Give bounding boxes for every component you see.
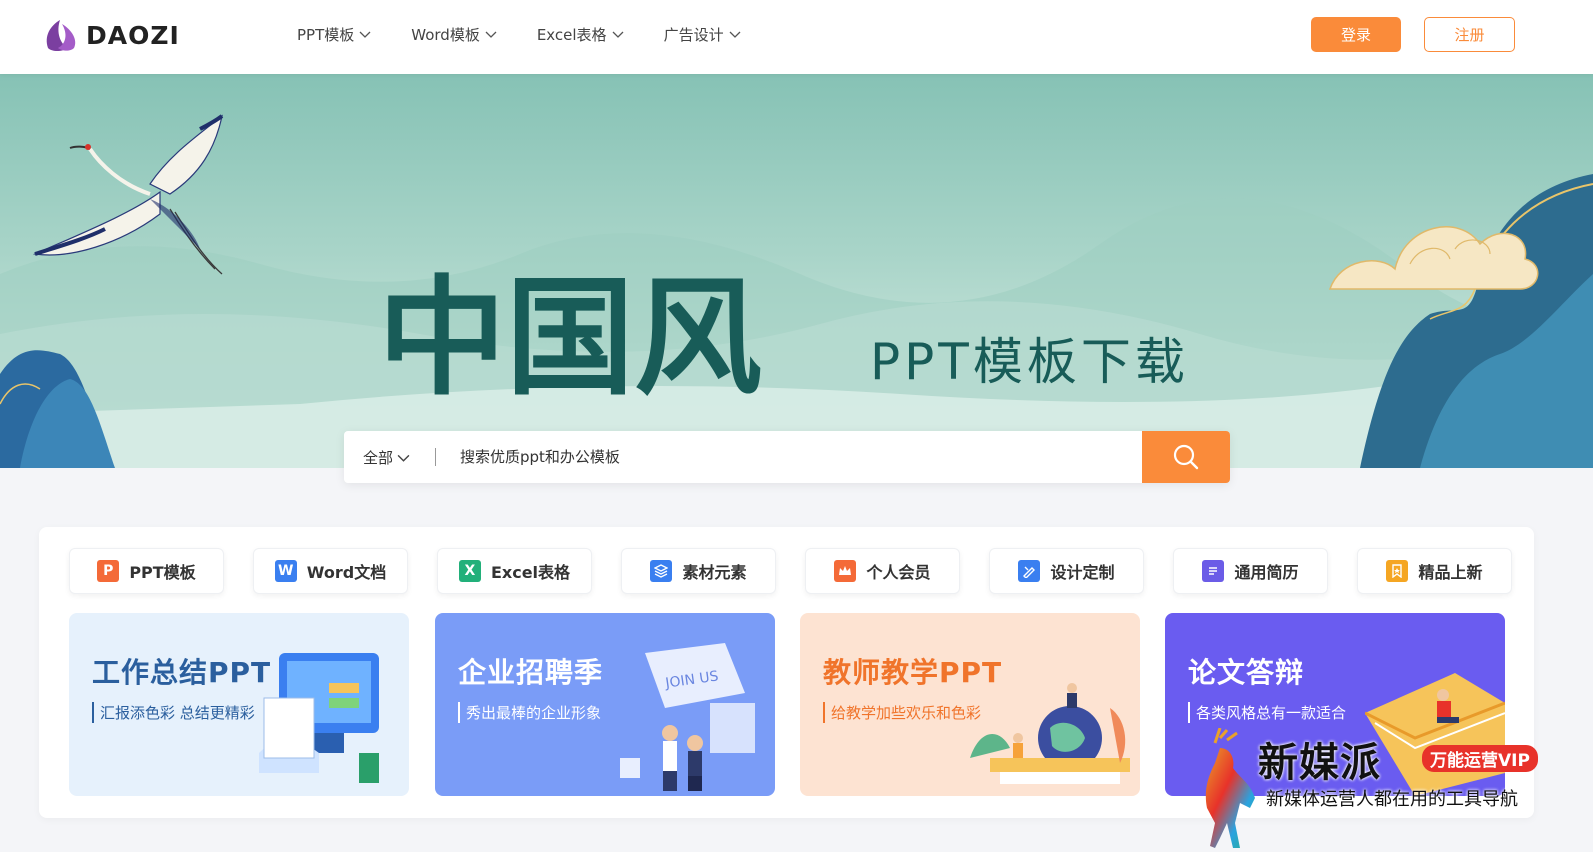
site-logo[interactable]: DAOZI [42, 17, 180, 53]
search-divider [435, 448, 436, 466]
top-header: DAOZI PPT模板 Word模板 Excel表格 广告设计 登录 注册 [0, 0, 1593, 74]
card-subtitle: 秀出最棒的企业形象 [458, 702, 601, 723]
search-bar: 全部 [344, 431, 1230, 483]
nav-item-excel[interactable]: Excel表格 [537, 22, 624, 46]
logo-text: DAOZI [86, 20, 180, 50]
search-icon [1173, 444, 1199, 470]
watermark-badge: 万能运营VIP [1422, 745, 1538, 772]
nav-item-ppt[interactable]: PPT模板 [297, 22, 371, 46]
nav-item-label: Excel表格 [536, 25, 607, 44]
category-label: 设计定制 [1050, 563, 1115, 582]
nav-item-ad-design[interactable]: 广告设计 [664, 22, 741, 46]
watermark-title: 新媒派 [1258, 740, 1381, 786]
bookmark-icon [1386, 560, 1409, 582]
word-icon: W [274, 560, 297, 582]
category-new-arrivals[interactable]: 精品上新 [1357, 548, 1512, 594]
card-subtitle: 汇报添色彩 总结更精彩 [92, 702, 255, 723]
hero-banner[interactable]: 中国风 PPT模板下载 [0, 74, 1593, 468]
search-input[interactable] [460, 448, 1120, 466]
register-button[interactable]: 注册 [1424, 17, 1515, 52]
category-membership[interactable]: 个人会员 [805, 548, 960, 594]
category-ppt[interactable]: P PPT模板 [69, 548, 224, 594]
join-us-illustration: JOIN US [620, 643, 755, 791]
category-materials[interactable]: 素材元素 [621, 548, 776, 594]
nav-item-word[interactable]: Word模板 [411, 22, 497, 46]
chevron-down-icon [359, 31, 371, 38]
search-category-dropdown[interactable]: 全部 [363, 447, 435, 468]
category-design-custom[interactable]: 设计定制 [989, 548, 1144, 594]
svg-text:中国风: 中国风 [378, 263, 762, 413]
category-label: Word文档 [306, 563, 387, 582]
nav-item-label: PPT模板 [297, 25, 355, 44]
chevron-down-icon [612, 31, 624, 38]
watermark-subtitle: 新媒体运营人都在用的工具导航 [1266, 789, 1518, 810]
category-row: P PPT模板 W Word文档 X Excel表格 素材元素 个人会员 设计定… [69, 548, 1512, 594]
search-button[interactable] [1142, 431, 1230, 483]
search-category-label: 全部 [363, 448, 394, 467]
category-word[interactable]: W Word文档 [253, 548, 408, 594]
banner-title-calligraphy: 中国风 [378, 263, 762, 413]
main-nav: PPT模板 Word模板 Excel表格 广告设计 [297, 22, 781, 46]
category-excel[interactable]: X Excel表格 [437, 548, 592, 594]
card-subtitle: 给教学加些欢乐和色彩 [823, 702, 981, 723]
chevron-down-icon [729, 31, 741, 38]
design-icon [1018, 560, 1041, 582]
nav-item-label: 广告设计 [663, 25, 724, 44]
crown-icon [834, 560, 857, 582]
login-button[interactable]: 登录 [1311, 17, 1401, 52]
resume-icon [1202, 560, 1225, 582]
card-title: 企业招聘季 [458, 656, 604, 689]
nav-item-label: Word模板 [411, 25, 480, 44]
chevron-down-icon [485, 31, 497, 38]
globe-books-illustration [970, 683, 1130, 784]
excel-icon: X [458, 560, 481, 582]
logo-icon [46, 20, 76, 51]
chevron-down-icon [397, 454, 410, 462]
category-label: Excel表格 [490, 563, 571, 582]
promo-card-recruitment[interactable]: 企业招聘季 秀出最棒的企业形象 JOIN US [435, 613, 775, 796]
promo-card-work-summary[interactable]: 工作总结PPT 汇报添色彩 总结更精彩 [69, 613, 409, 796]
category-label: 通用简历 [1234, 563, 1299, 582]
watermark-overlay: 新媒派 万能运营VIP 新媒体运营人都在用的工具导航 [1200, 728, 1593, 852]
category-label: 素材元素 [682, 563, 747, 582]
category-label: 个人会员 [866, 563, 931, 582]
deer-logo-icon [1205, 728, 1255, 848]
layers-icon [650, 560, 673, 582]
promo-card-teaching[interactable]: 教师教学PPT 给教学加些欢乐和色彩 [800, 613, 1140, 796]
category-resume[interactable]: 通用简历 [1173, 548, 1328, 594]
category-label: 精品上新 [1418, 563, 1483, 582]
card-title: 工作总结PPT [92, 656, 272, 689]
card-subtitle: 各类风格总有一款适合 [1188, 702, 1346, 723]
banner-subtitle: PPT模板下载 [870, 333, 1189, 391]
ppt-icon: P [97, 560, 120, 582]
monitor-illustration [259, 653, 379, 783]
card-title: 论文答辩 [1188, 656, 1305, 689]
category-label: PPT模板 [129, 563, 196, 582]
